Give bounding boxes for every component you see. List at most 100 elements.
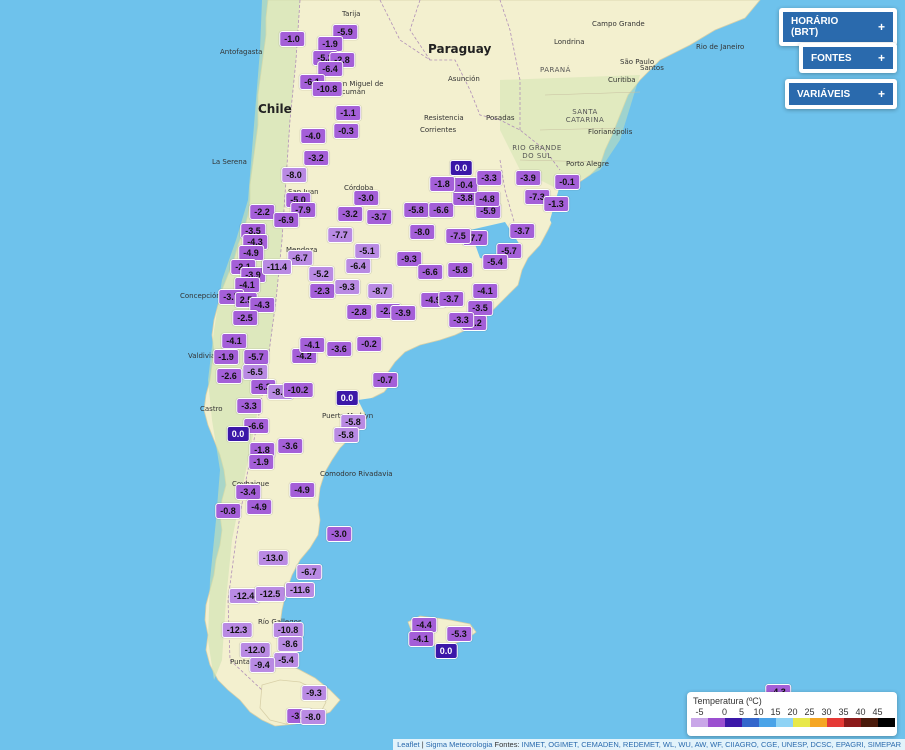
station-marker[interactable]: -1.0 bbox=[279, 31, 305, 47]
station-marker[interactable]: -8.7 bbox=[367, 283, 393, 299]
station-marker[interactable]: -6.4 bbox=[345, 258, 371, 274]
station-marker[interactable]: -4.1 bbox=[221, 333, 247, 349]
station-marker[interactable]: -7.5 bbox=[445, 228, 471, 244]
city-label: Tarija bbox=[342, 10, 361, 18]
expand-plus-icon[interactable]: + bbox=[878, 87, 885, 101]
station-marker[interactable]: -2.8 bbox=[346, 304, 372, 320]
station-marker[interactable]: -13.0 bbox=[257, 550, 289, 566]
station-marker[interactable]: -1.1 bbox=[335, 105, 361, 121]
station-marker[interactable]: -5.8 bbox=[403, 202, 429, 218]
fontes-button[interactable]: FONTES + bbox=[803, 47, 893, 69]
station-marker[interactable]: -4.9 bbox=[289, 482, 315, 498]
station-marker[interactable]: -3.3 bbox=[236, 398, 262, 414]
station-marker[interactable]: -2.3 bbox=[309, 283, 335, 299]
station-marker[interactable]: -3.9 bbox=[515, 170, 541, 186]
station-marker[interactable]: -3.3 bbox=[448, 312, 474, 328]
legend-tick-label: 0 bbox=[721, 707, 728, 717]
station-marker[interactable]: -2.5 bbox=[232, 310, 258, 326]
station-marker[interactable]: -10.8 bbox=[311, 81, 343, 97]
station-marker[interactable]: -6.7 bbox=[296, 564, 322, 580]
legend-tick-label: 45 bbox=[872, 707, 883, 717]
station-marker[interactable]: -1.9 bbox=[213, 349, 239, 365]
legend-swatch bbox=[691, 718, 708, 727]
station-marker[interactable]: 0.0 bbox=[449, 160, 473, 176]
station-marker[interactable]: -3.9 bbox=[390, 305, 416, 321]
station-marker[interactable]: -2.2 bbox=[249, 204, 275, 220]
station-marker[interactable]: -12.5 bbox=[254, 586, 286, 602]
sigma-link[interactable]: Sigma Meteorologia bbox=[426, 740, 493, 749]
station-marker[interactable]: -3.6 bbox=[326, 341, 352, 357]
station-marker[interactable]: -0.8 bbox=[215, 503, 241, 519]
station-marker[interactable]: -5.4 bbox=[482, 254, 508, 270]
station-marker[interactable]: -0.7 bbox=[372, 372, 398, 388]
variaveis-label: VARIÁVEIS bbox=[797, 88, 851, 100]
station-marker[interactable]: 0.0 bbox=[335, 390, 359, 406]
station-marker[interactable]: -5.7 bbox=[243, 349, 269, 365]
station-marker[interactable]: -4.8 bbox=[474, 191, 500, 207]
expand-plus-icon[interactable]: + bbox=[878, 51, 885, 65]
station-marker[interactable]: -1.3 bbox=[543, 196, 569, 212]
station-marker[interactable]: -9.3 bbox=[301, 685, 327, 701]
station-marker[interactable]: -1.8 bbox=[429, 176, 455, 192]
station-marker[interactable]: -8.0 bbox=[409, 224, 435, 240]
city-label: Florianópolis bbox=[588, 128, 633, 136]
station-marker[interactable]: -3.7 bbox=[509, 223, 535, 239]
station-marker[interactable]: -12.0 bbox=[239, 642, 271, 658]
fontes-control[interactable]: FONTES + bbox=[799, 43, 897, 73]
station-marker[interactable]: -9.4 bbox=[249, 657, 275, 673]
station-marker[interactable]: -5.2 bbox=[308, 266, 334, 282]
station-marker[interactable]: -3.2 bbox=[337, 206, 363, 222]
station-marker[interactable]: -12.3 bbox=[221, 622, 253, 638]
station-marker[interactable]: -5.1 bbox=[354, 243, 380, 259]
station-marker[interactable]: 0.0 bbox=[434, 643, 458, 659]
station-marker[interactable]: -5.8 bbox=[333, 427, 359, 443]
station-marker[interactable]: -7.7 bbox=[327, 227, 353, 243]
station-marker[interactable]: -8.6 bbox=[277, 636, 303, 652]
legend-title: Temperatura (ºC) bbox=[693, 696, 762, 706]
sources-link[interactable]: INMET, OGIMET, CEMADEN, REDEMET, WL, WU,… bbox=[522, 740, 901, 749]
station-marker[interactable]: -11.6 bbox=[284, 582, 316, 598]
station-marker[interactable]: -3.0 bbox=[353, 190, 379, 206]
station-marker[interactable]: -6.6 bbox=[417, 264, 443, 280]
station-marker[interactable]: -3.7 bbox=[438, 291, 464, 307]
station-marker[interactable]: -8.0 bbox=[281, 167, 307, 183]
variaveis-button[interactable]: VARIÁVEIS + bbox=[789, 83, 893, 105]
station-marker[interactable]: -0.3 bbox=[333, 123, 359, 139]
station-marker[interactable]: -0.1 bbox=[554, 174, 580, 190]
station-marker[interactable]: -4.1 bbox=[299, 337, 325, 353]
station-marker[interactable]: -4.9 bbox=[246, 499, 272, 515]
horario-button[interactable]: HORÁRIO (BRT) + bbox=[783, 12, 893, 42]
station-marker[interactable]: -3.6 bbox=[277, 438, 303, 454]
station-marker[interactable]: -3.2 bbox=[303, 150, 329, 166]
station-marker[interactable]: -9.3 bbox=[334, 279, 360, 295]
expand-plus-icon[interactable]: + bbox=[878, 20, 885, 34]
legend-tick-label: 25 bbox=[804, 707, 815, 717]
leaflet-link[interactable]: Leaflet bbox=[397, 740, 420, 749]
station-marker[interactable]: -3.3 bbox=[476, 170, 502, 186]
station-marker[interactable]: -3.7 bbox=[366, 209, 392, 225]
legend-tick-label: 15 bbox=[770, 707, 781, 717]
variaveis-control[interactable]: VARIÁVEIS + bbox=[785, 79, 897, 109]
station-marker[interactable]: -5.4 bbox=[273, 652, 299, 668]
station-marker[interactable]: -0.2 bbox=[356, 336, 382, 352]
horario-control[interactable]: HORÁRIO (BRT) + bbox=[779, 8, 897, 46]
station-marker[interactable]: -4.1 bbox=[408, 631, 434, 647]
station-marker[interactable]: -8.0 bbox=[300, 709, 326, 725]
station-marker[interactable]: 0.0 bbox=[226, 426, 250, 442]
station-marker[interactable]: -5.8 bbox=[447, 262, 473, 278]
station-marker[interactable]: -2.6 bbox=[216, 368, 242, 384]
station-marker[interactable]: -5.3 bbox=[446, 626, 472, 642]
station-marker[interactable]: -1.9 bbox=[248, 454, 274, 470]
station-marker[interactable]: -6.6 bbox=[428, 202, 454, 218]
station-marker[interactable]: -4.1 bbox=[472, 283, 498, 299]
legend-swatch bbox=[776, 718, 793, 727]
station-marker[interactable]: -3.0 bbox=[326, 526, 352, 542]
station-marker[interactable]: -11.4 bbox=[261, 259, 293, 275]
station-marker[interactable]: -6.9 bbox=[273, 212, 299, 228]
station-marker[interactable]: -4.0 bbox=[300, 128, 326, 144]
station-marker[interactable]: -0.4 bbox=[452, 177, 478, 193]
city-label: Concepción bbox=[180, 292, 221, 300]
station-marker[interactable]: -6.5 bbox=[242, 364, 268, 380]
station-marker[interactable]: -10.2 bbox=[282, 382, 314, 398]
station-marker[interactable]: -3.4 bbox=[235, 484, 261, 500]
